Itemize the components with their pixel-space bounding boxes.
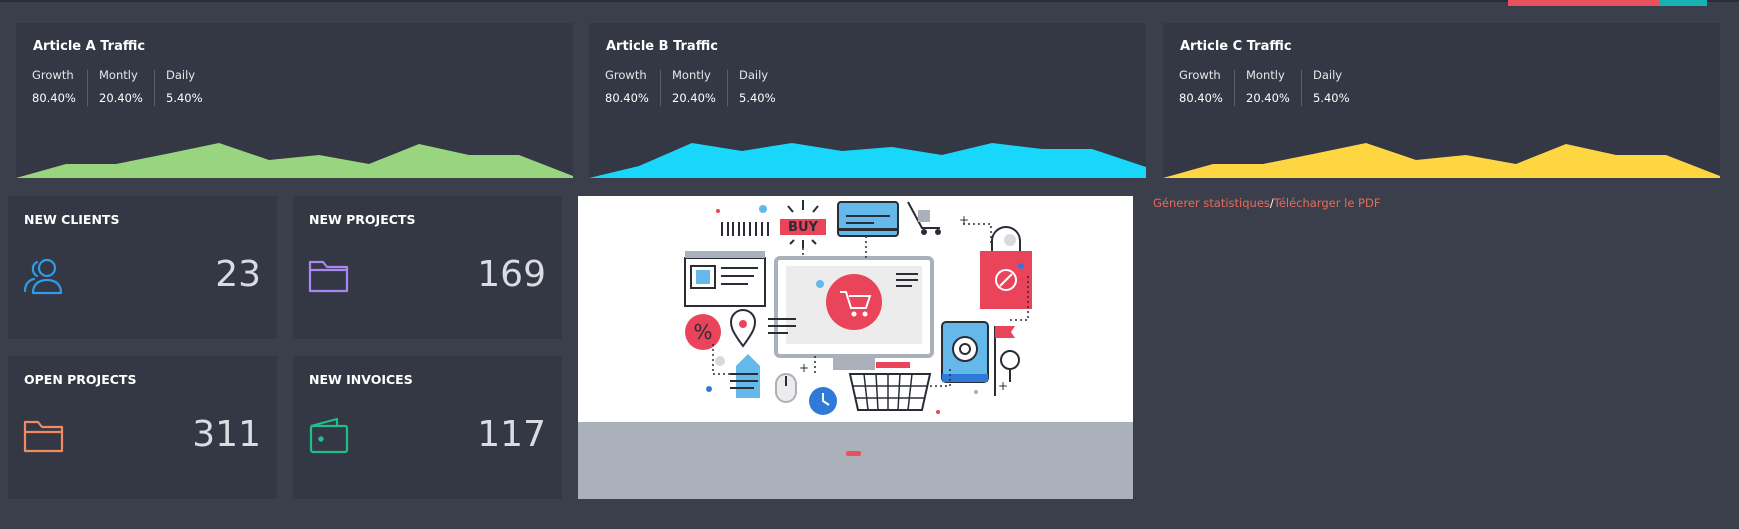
card-title: Article B Traffic — [606, 39, 718, 54]
stat-label: Montly — [1246, 68, 1285, 82]
stat-value: 5.40% — [1313, 91, 1350, 105]
users-icon — [23, 256, 65, 300]
shopping-illustration: BUY % + + + — [684, 200, 1032, 415]
stat-label: Growth — [1179, 68, 1221, 82]
stat-value: 80.40% — [32, 91, 76, 105]
new-projects-card[interactable]: NEW PROJECTS 169 — [293, 196, 562, 339]
card-label: NEW CLIENTS — [24, 212, 120, 227]
growth-stat: Growth 80.40% — [1179, 68, 1223, 105]
stat-label: Growth — [32, 68, 74, 82]
monthly-stat: Montly 20.40% — [99, 68, 143, 105]
download-pdf-link[interactable]: Télécharger le PDF — [1274, 196, 1381, 210]
ecommerce-banner: BUY % + + + — [578, 196, 1133, 499]
card-label: NEW PROJECTS — [309, 212, 416, 227]
stat-label: Growth — [605, 68, 647, 82]
top-accent-red — [1508, 0, 1659, 6]
stat-divider — [1301, 70, 1302, 106]
top-accent-teal — [1659, 0, 1707, 6]
daily-stat: Daily 5.40% — [1313, 68, 1350, 105]
wallet-icon — [308, 416, 350, 460]
card-value: 117 — [477, 414, 546, 455]
traffic-area-chart — [1163, 143, 1720, 178]
stat-label: Daily — [166, 68, 196, 82]
stat-value: 20.40% — [672, 91, 716, 105]
new-clients-card[interactable]: NEW CLIENTS 23 — [8, 196, 277, 339]
traffic-area — [1163, 143, 1720, 178]
open-projects-card[interactable]: OPEN PROJECTS 311 — [8, 356, 277, 499]
stat-label: Montly — [672, 68, 711, 82]
traffic-area — [16, 143, 573, 178]
stat-label: Daily — [739, 68, 769, 82]
stat-divider — [660, 70, 661, 106]
stat-value: 80.40% — [605, 91, 649, 105]
carousel-indicator[interactable] — [846, 451, 861, 456]
buy-text: BUY — [788, 220, 818, 235]
card-title: Article A Traffic — [33, 39, 146, 54]
card-label: OPEN PROJECTS — [24, 372, 137, 387]
folder-icon — [308, 256, 350, 300]
card-value: 23 — [215, 254, 261, 295]
ecommerce-illustration: BUY % + + + — [578, 196, 1133, 422]
svg-text:+: + — [998, 379, 1008, 393]
card-value: 169 — [477, 254, 546, 295]
stat-divider — [1234, 70, 1235, 106]
article-c-traffic-card: Article C Traffic Growth 80.40% Montly 2… — [1163, 23, 1720, 178]
stat-divider — [727, 70, 728, 106]
traffic-area — [589, 143, 1146, 178]
growth-stat: Growth 80.40% — [32, 68, 76, 105]
stat-value: 5.40% — [166, 91, 203, 105]
monthly-stat: Montly 20.40% — [672, 68, 716, 105]
top-border — [0, 0, 1739, 2]
traffic-area-chart — [589, 143, 1146, 178]
article-b-traffic-card: Article B Traffic Growth 80.40% Montly 2… — [589, 23, 1146, 178]
stat-value: 5.40% — [739, 91, 776, 105]
svg-text:+: + — [799, 361, 809, 375]
stat-divider — [87, 70, 88, 106]
stat-value: 20.40% — [1246, 91, 1290, 105]
stat-value: 80.40% — [1179, 91, 1223, 105]
stat-value: 20.40% — [99, 91, 143, 105]
stat-label: Daily — [1313, 68, 1343, 82]
traffic-area-chart — [16, 143, 573, 178]
growth-stat: Growth 80.40% — [605, 68, 649, 105]
monthly-stat: Montly 20.40% — [1246, 68, 1290, 105]
stat-label: Montly — [99, 68, 138, 82]
stat-divider — [154, 70, 155, 106]
generate-stats-link[interactable]: Génerer statistiques — [1153, 196, 1270, 210]
svg-text:+: + — [959, 213, 969, 227]
percent-text: % — [693, 320, 712, 344]
card-label: NEW INVOICES — [309, 372, 413, 387]
card-value: 311 — [192, 414, 261, 455]
article-a-traffic-card: Article A Traffic Growth 80.40% Montly 2… — [16, 23, 573, 178]
new-invoices-card[interactable]: NEW INVOICES 117 — [293, 356, 562, 499]
daily-stat: Daily 5.40% — [166, 68, 203, 105]
daily-stat: Daily 5.40% — [739, 68, 776, 105]
actions-links: Génerer statistiques/Télécharger le PDF — [1153, 196, 1380, 210]
folder-open-icon — [23, 416, 65, 460]
card-title: Article C Traffic — [1180, 39, 1292, 54]
